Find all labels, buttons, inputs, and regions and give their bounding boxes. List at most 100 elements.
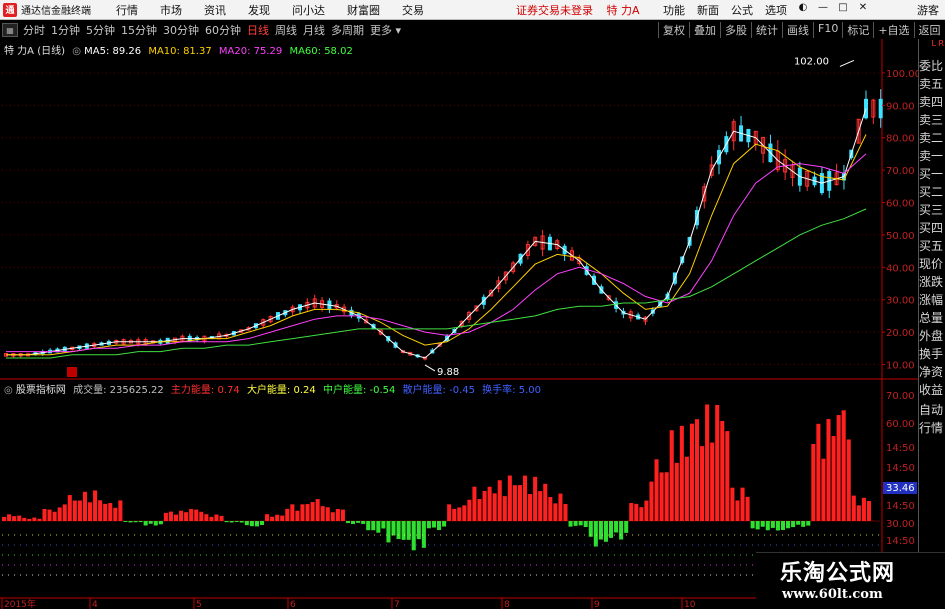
panel-item-weibi[interactable]: 委比 [919, 57, 945, 75]
guest-label[interactable]: 游客 [917, 2, 939, 18]
tool-overlay[interactable]: 叠加 [689, 22, 720, 38]
panel-item-outer[interactable]: 外盘 [919, 327, 945, 345]
energy-bar-positive [497, 480, 502, 521]
energy-bar-positive [87, 502, 93, 521]
panel-item-buy3[interactable]: 买三 [919, 201, 945, 219]
energy-bar-positive [472, 486, 477, 521]
legend-gear-icon[interactable]: ◎ [72, 46, 81, 57]
panel-item-auto[interactable]: 自动 [919, 401, 945, 419]
menu-item-newface[interactable]: 新面 [697, 2, 719, 18]
energy-bar-positive [42, 508, 47, 521]
panel-header[interactable]: L R [919, 39, 945, 57]
panel-item-sell1[interactable]: 卖一 [919, 147, 945, 165]
candle-down [878, 98, 883, 119]
legend-ma10: MA10: 81.37 [148, 46, 212, 57]
panel-item-sell3[interactable]: 卖三 [919, 111, 945, 129]
panel-item-sell5[interactable]: 卖五 [919, 75, 945, 93]
energy-bar-negative [573, 521, 578, 526]
menu-item-ask[interactable]: 问小达 [292, 2, 325, 18]
period-weekly[interactable]: 周线 [275, 22, 297, 38]
menu-item-market[interactable]: 市场 [160, 2, 182, 18]
date-tick-label: 4 [92, 600, 98, 609]
energy-bar-positive [22, 517, 27, 521]
energy-bar-positive [856, 505, 861, 521]
energy-bar-negative [583, 521, 588, 527]
layout-toggle-icon[interactable]: ▦ [2, 23, 18, 37]
energy-bar-positive [462, 505, 467, 521]
energy-bar-positive [173, 514, 179, 521]
period-daily[interactable]: 日线 [247, 22, 269, 38]
energy-bar-positive [12, 516, 17, 521]
energy-bar-negative [614, 521, 619, 533]
sub-legend-gear-icon[interactable]: ◎ [4, 385, 13, 396]
period-monthly[interactable]: 月线 [303, 22, 325, 38]
energy-bar-positive [27, 518, 32, 521]
energy-bar-positive [492, 493, 497, 521]
kline-chart[interactable]: 100.00 90.00 80.00 70.00 60.00 50.00 40.00 30.0… [0, 39, 918, 609]
menu-item-quotes[interactable]: 行情 [116, 2, 138, 18]
period-15min[interactable]: 15分钟 [121, 22, 157, 38]
energy-bar-positive [548, 497, 553, 521]
energy-bar-positive [841, 410, 846, 521]
tool-restore-rights[interactable]: 复权 [658, 22, 689, 38]
menu-item-trade[interactable]: 交易 [402, 2, 424, 18]
energy-bar-negative [765, 521, 770, 531]
panel-item-pct[interactable]: 涨幅 [919, 291, 945, 309]
tool-mark[interactable]: 标记 [842, 22, 873, 38]
panel-item-sell4[interactable]: 卖四 [919, 93, 945, 111]
energy-bar-positive [866, 501, 871, 521]
price-tick-label: 40.00 [886, 263, 915, 274]
tool-f10[interactable]: F10 [813, 22, 842, 38]
energy-bar-positive [305, 504, 310, 521]
energy-bar-negative [608, 521, 614, 538]
period-more[interactable]: 更多 ▾ [370, 22, 401, 38]
legend-main-energy: 主力能量: 0.74 [170, 385, 240, 396]
panel-item-netasset[interactable]: 净资 [919, 363, 945, 381]
tool-add-watch[interactable]: +自选 [873, 22, 913, 38]
price-tick-label: 80.00 [886, 134, 915, 145]
close-icon[interactable]: ✕ [854, 2, 872, 18]
panel-item-buy5[interactable]: 买五 [919, 237, 945, 255]
period-30min[interactable]: 30分钟 [163, 22, 199, 38]
menu-item-news[interactable]: 资讯 [204, 2, 226, 18]
panel-item-sell2[interactable]: 卖二 [919, 129, 945, 147]
menu-item-discover[interactable]: 发现 [248, 2, 270, 18]
energy-bar-positive [118, 500, 123, 521]
period-5min[interactable]: 5分钟 [86, 22, 115, 38]
period-intraday[interactable]: 分时 [23, 22, 45, 38]
tool-draw[interactable]: 画线 [782, 22, 813, 38]
menu-item-wealth[interactable]: 财富圈 [347, 2, 380, 18]
login-status[interactable]: 证券交易未登录 [516, 4, 593, 17]
tool-multi-stock[interactable]: 多股 [720, 22, 751, 38]
period-60min[interactable]: 60分钟 [205, 22, 241, 38]
menu-item-formula[interactable]: 公式 [731, 2, 753, 18]
menu-item-function[interactable]: 功能 [663, 2, 685, 18]
energy-bar-positive [821, 458, 826, 521]
tool-back[interactable]: 返回 [913, 22, 945, 38]
menu-item-options[interactable]: 选项 [765, 2, 787, 18]
panel-item-buy1[interactable]: 买一 [919, 165, 945, 183]
panel-item-change[interactable]: 涨跌 [919, 273, 945, 291]
energy-tick-label: 30.00 [886, 519, 915, 530]
panel-item-turnover[interactable]: 换手 [919, 345, 945, 363]
panel-item-buy2[interactable]: 买二 [919, 183, 945, 201]
energy-bar-positive [168, 511, 173, 521]
maximize-icon[interactable]: □ [834, 2, 852, 18]
legend-retail-energy: 散户能量: -0.45 [402, 385, 475, 396]
panel-item-volume[interactable]: 总量 [919, 309, 945, 327]
energy-bar-negative [148, 521, 153, 524]
energy-bar-positive [639, 507, 644, 521]
panel-item-price[interactable]: 现价 [919, 255, 945, 273]
panel-item-buy4[interactable]: 买四 [919, 219, 945, 237]
skin-icon[interactable]: ◐ [794, 2, 812, 18]
panel-item-quotes[interactable]: 行情 [919, 419, 945, 437]
energy-bar-positive [512, 485, 517, 521]
energy-bar-positive [507, 475, 512, 521]
energy-bar-positive [715, 404, 720, 521]
energy-bar-negative [153, 521, 158, 526]
tool-stats[interactable]: 统计 [751, 22, 782, 38]
minimize-icon[interactable]: — [814, 2, 832, 18]
panel-item-earnings[interactable]: 收益 [919, 381, 945, 399]
period-1min[interactable]: 1分钟 [51, 22, 80, 38]
period-multi[interactable]: 多周期 [331, 22, 364, 38]
